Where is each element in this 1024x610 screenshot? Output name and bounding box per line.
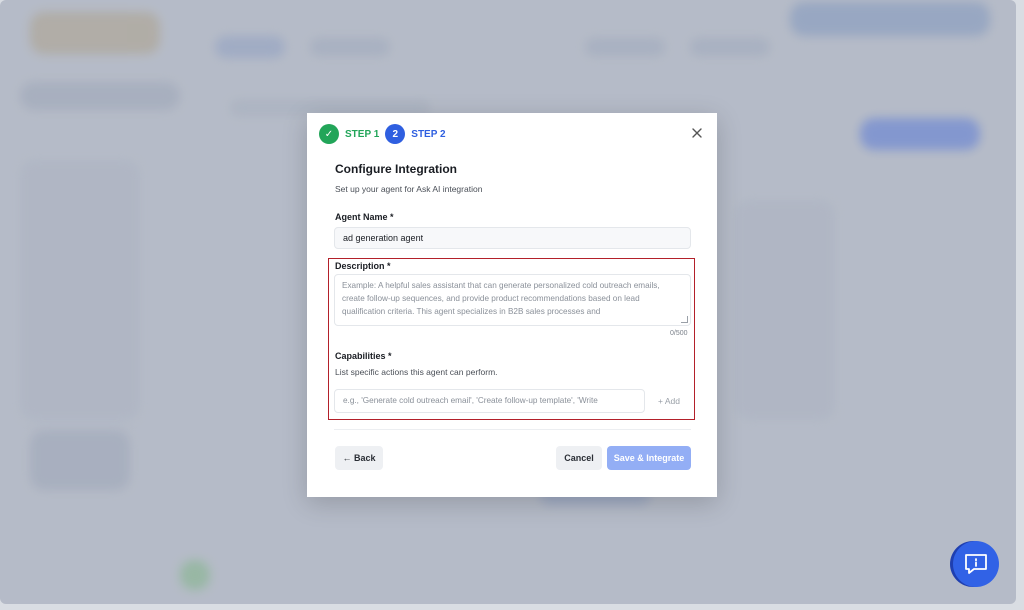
description-char-count: 0/500 [670,330,688,337]
back-button[interactable]: ← Back [335,446,383,470]
chat-help-icon [965,554,987,574]
description-label: Description * [335,261,391,271]
help-chat-button[interactable] [953,541,999,587]
capabilities-hint: List specific actions this agent can per… [335,367,498,377]
description-placeholder: Example: A helpful sales assistant that … [342,281,660,316]
agent-name-input[interactable]: ad generation agent [334,227,691,249]
agent-name-label: Agent Name * [335,212,394,222]
capabilities-input[interactable]: e.g., 'Generate cold outreach email', 'C… [334,389,645,413]
description-required-mark: * [387,261,391,271]
capabilities-label: Capabilities * [335,351,392,361]
agent-name-required-mark: * [390,212,394,222]
footer-divider [334,429,691,430]
description-textarea[interactable]: Example: A helpful sales assistant that … [334,274,691,326]
close-icon-glyph [692,128,702,138]
close-icon[interactable] [691,127,703,139]
save-and-integrate-button[interactable]: Save & Integrate [607,446,691,470]
step-1-label: STEP 1 [345,128,380,140]
stepper: ✓ STEP 1 2 STEP 2 [319,124,452,144]
modal-title: Configure Integration [335,162,457,176]
capabilities-label-text: Capabilities [335,351,386,361]
modal-subtitle: Set up your agent for Ask AI integration [335,184,483,194]
cancel-button[interactable]: Cancel [556,446,602,470]
capabilities-required-mark: * [388,351,392,361]
resize-handle-icon[interactable] [681,316,688,323]
add-capability-button[interactable]: + Add [658,396,680,406]
agent-name-label-text: Agent Name [335,212,388,222]
description-label-text: Description [335,261,385,271]
step-1-check-icon: ✓ [319,124,339,144]
step-2-number: 2 [385,124,406,144]
configure-integration-modal: ✓ STEP 1 2 STEP 2 Configure Integration … [307,113,717,497]
step-2-label: STEP 2 [411,128,446,140]
